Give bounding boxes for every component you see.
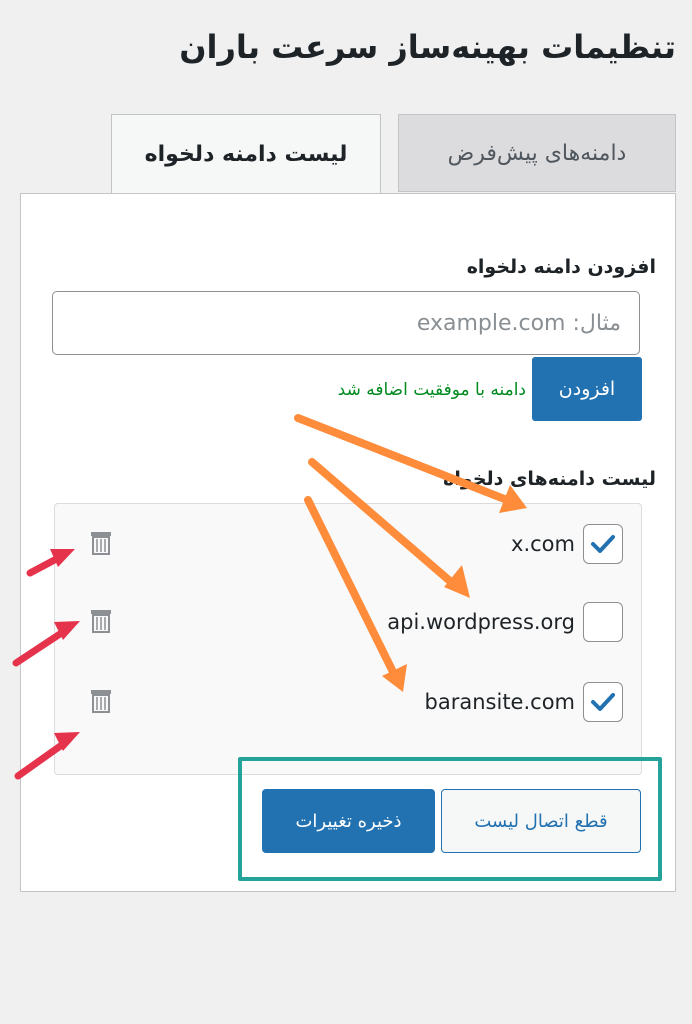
trash-icon[interactable] (89, 688, 113, 714)
save-button[interactable]: ذخیره تغییرات (262, 789, 435, 853)
trash-icon[interactable] (89, 530, 113, 556)
tab-default-domains[interactable]: دامنه‌های پیش‌فرض (398, 114, 676, 192)
domain-input[interactable] (52, 291, 640, 355)
list-item: x.com (55, 524, 641, 568)
add-button[interactable]: افزودن (532, 357, 642, 421)
domain-name: baransite.com (424, 690, 575, 714)
trash-icon[interactable] (89, 608, 113, 634)
domain-list: x.com api.wordpress.org baransite.com (54, 503, 642, 775)
domain-checkbox[interactable] (583, 602, 623, 642)
page-title: تنظیمات بهینه‌ساز سرعت باران (179, 28, 676, 66)
add-domain-label: افزودن دامنه دلخواه (466, 256, 656, 278)
domain-name: api.wordpress.org (387, 610, 575, 634)
domain-name: x.com (511, 532, 575, 556)
disconnect-list-button[interactable]: قطع اتصال لیست (441, 789, 641, 853)
list-item: api.wordpress.org (55, 602, 641, 646)
domain-list-label: لیست دامنه‌های دلخواه (443, 468, 656, 490)
checkmark-icon (591, 693, 615, 711)
checkmark-icon (591, 535, 615, 553)
success-message: دامنه با موفقیت اضافه شد (337, 380, 526, 400)
domain-checkbox[interactable] (583, 682, 623, 722)
tab-custom-domains[interactable]: لیست دامنه دلخواه (111, 114, 381, 194)
list-item: baransite.com (55, 682, 641, 726)
domain-checkbox[interactable] (583, 524, 623, 564)
